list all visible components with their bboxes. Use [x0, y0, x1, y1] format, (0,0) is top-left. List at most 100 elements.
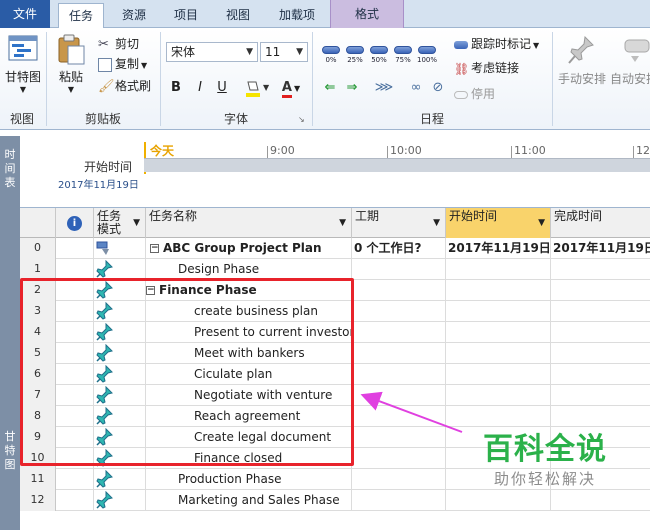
row-duration[interactable]	[352, 385, 446, 406]
row-task-name[interactable]: Reach agreement	[146, 406, 352, 427]
row-task-mode[interactable]	[94, 322, 146, 343]
row-id[interactable]: 0	[20, 238, 56, 259]
row-task-name[interactable]: Create legal document	[146, 427, 352, 448]
row-task-name[interactable]: Production Phase	[146, 469, 352, 490]
manual-schedule-button[interactable]: 手动安排	[556, 32, 608, 104]
row-task-mode[interactable]	[94, 427, 146, 448]
table-row[interactable]: 3 create business plan	[20, 301, 650, 322]
table-row[interactable]: 4 Present to current investor	[20, 322, 650, 343]
underline-button[interactable]: U	[212, 78, 232, 98]
row-duration[interactable]	[352, 259, 446, 280]
collapse-toggle-icon[interactable]: −	[150, 244, 159, 253]
table-row[interactable]: 1 Design Phase	[20, 259, 650, 280]
row-task-name[interactable]: Finance closed	[146, 448, 352, 469]
bold-button[interactable]: B	[166, 78, 186, 98]
header-task-name[interactable]: 任务名称 ▼	[146, 208, 352, 238]
italic-button[interactable]: I	[190, 78, 210, 98]
respect-links-button[interactable]: ⛓ 考虑链接	[454, 58, 519, 78]
row-finish[interactable]	[551, 385, 650, 406]
row-duration[interactable]	[352, 469, 446, 490]
cut-button[interactable]: ✂ 剪切	[98, 34, 139, 54]
row-duration[interactable]	[352, 427, 446, 448]
row-finish[interactable]: 2017年11月19日	[551, 238, 650, 259]
table-row[interactable]: 2 − Finance Phase	[20, 280, 650, 301]
mark-on-track-button[interactable]: 跟踪时标记 ▼	[454, 34, 539, 54]
row-duration[interactable]	[352, 448, 446, 469]
table-row[interactable]: 7 Negotiate with venture	[20, 385, 650, 406]
row-task-mode[interactable]	[94, 448, 146, 469]
row-start[interactable]	[446, 406, 551, 427]
percent-25-button[interactable]: 25%	[344, 42, 366, 72]
tab-resource[interactable]: 资源	[112, 3, 156, 28]
row-task-mode[interactable]	[94, 238, 146, 259]
dialog-launcher-icon[interactable]: ↘	[298, 115, 305, 124]
tab-addins[interactable]: 加载项	[268, 3, 326, 28]
row-id[interactable]: 6	[20, 364, 56, 385]
row-task-mode[interactable]	[94, 385, 146, 406]
row-start[interactable]	[446, 322, 551, 343]
row-start[interactable]	[446, 259, 551, 280]
row-task-name[interactable]: Design Phase	[146, 259, 352, 280]
tab-task[interactable]: 任务	[58, 3, 104, 29]
highlight-color-button[interactable]: ▼	[242, 78, 272, 98]
row-duration[interactable]	[352, 490, 446, 511]
outdent-button[interactable]: ⇐	[320, 78, 340, 98]
split-task-button[interactable]: ⋙	[374, 78, 394, 98]
tab-project[interactable]: 项目	[164, 3, 208, 28]
header-start[interactable]: 开始时间 ▼	[446, 208, 551, 238]
paste-button[interactable]: 粘贴 ▼	[52, 32, 90, 104]
row-id[interactable]: 2	[20, 280, 56, 301]
row-duration[interactable]	[352, 343, 446, 364]
row-task-name[interactable]: Marketing and Sales Phase	[146, 490, 352, 511]
percent-0-button[interactable]: 0%	[320, 42, 342, 72]
row-id[interactable]: 5	[20, 343, 56, 364]
row-task-name[interactable]: Present to current investor	[146, 322, 352, 343]
row-duration[interactable]	[352, 301, 446, 322]
tab-file[interactable]: 文件	[0, 0, 50, 28]
collapse-toggle-icon[interactable]: −	[146, 286, 155, 295]
row-id[interactable]: 7	[20, 385, 56, 406]
row-task-mode[interactable]	[94, 469, 146, 490]
indent-button[interactable]: ⇒	[342, 78, 362, 98]
timeline-bar[interactable]	[144, 158, 650, 172]
row-id[interactable]: 11	[20, 469, 56, 490]
row-finish[interactable]	[551, 280, 650, 301]
row-start[interactable]	[446, 301, 551, 322]
row-task-mode[interactable]	[94, 490, 146, 511]
unlink-tasks-button[interactable]: ⊘	[428, 78, 448, 98]
table-row[interactable]: 0− ABC Group Project Plan 0 个工作日? 2017年11月1…	[20, 238, 650, 259]
row-id[interactable]: 12	[20, 490, 56, 511]
row-finish[interactable]	[551, 301, 650, 322]
row-duration[interactable]	[352, 364, 446, 385]
row-task-name[interactable]: Ciculate plan	[146, 364, 352, 385]
row-duration[interactable]	[352, 322, 446, 343]
row-start[interactable]	[446, 385, 551, 406]
table-row[interactable]: 5 Meet with bankers	[20, 343, 650, 364]
header-finish[interactable]: 完成时间	[551, 208, 650, 238]
format-painter-button[interactable]: 🖌格式刷	[98, 76, 151, 96]
row-finish[interactable]	[551, 364, 650, 385]
row-id[interactable]: 4	[20, 322, 56, 343]
row-task-mode[interactable]	[94, 364, 146, 385]
row-task-name[interactable]: − Finance Phase	[146, 280, 352, 301]
font-size-select[interactable]: 11 ▼	[260, 42, 308, 62]
row-duration[interactable]	[352, 280, 446, 301]
font-name-select[interactable]: 宋体 ▼	[166, 42, 258, 62]
link-tasks-button[interactable]: ∞	[406, 78, 426, 98]
header-task-mode[interactable]: 任务 模式 ▼	[94, 208, 146, 238]
tab-view[interactable]: 视图	[216, 3, 260, 28]
row-finish[interactable]	[551, 322, 650, 343]
row-task-name[interactable]: Meet with bankers	[146, 343, 352, 364]
row-finish[interactable]	[551, 343, 650, 364]
timeline-pane[interactable]: 开始时间 2017年11月19日 今天 9:00 10:00 11:00 12	[20, 136, 650, 208]
row-task-mode[interactable]	[94, 301, 146, 322]
table-row[interactable]: 6 Ciculate plan	[20, 364, 650, 385]
timeline-side-tab[interactable]: 时间表	[0, 136, 20, 208]
font-color-button[interactable]: A ▼	[276, 78, 306, 98]
header-indicators[interactable]: i	[56, 208, 94, 238]
gantt-side-tab[interactable]: 甘特图	[0, 208, 20, 530]
row-id[interactable]: 10	[20, 448, 56, 469]
row-task-mode[interactable]	[94, 259, 146, 280]
row-start[interactable]	[446, 280, 551, 301]
auto-schedule-button[interactable]: 自动安排	[610, 32, 650, 104]
